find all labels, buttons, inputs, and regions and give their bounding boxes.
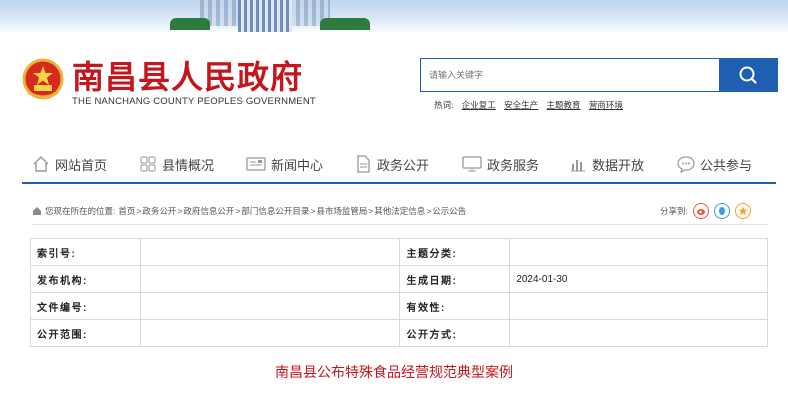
meta-key: 公开方式: [399, 319, 511, 347]
grid-icon [140, 156, 156, 172]
news-icon [246, 157, 266, 171]
nav-item-label: 公共参与 [700, 157, 753, 173]
hot-words-label: 热词: [434, 100, 454, 110]
nav-item-label: 县情概况 [162, 157, 215, 173]
breadcrumb-link[interactable]: 政府信息公开 [183, 205, 234, 217]
nav-item-county-overview[interactable]: 县情概况 [139, 146, 214, 182]
meta-key: 生成日期: [399, 265, 511, 293]
hot-word-link[interactable]: 主题教育 [547, 100, 581, 110]
banner-trees [320, 18, 370, 30]
article-title: 南昌县公布特殊食品经营规范典型案例 [275, 364, 513, 380]
breadcrumb-prefix: 您现在所在的位置: [45, 206, 116, 216]
hot-word-link[interactable]: 营商环境 [589, 100, 623, 110]
table-row: 公开范围: 公开方式: [30, 319, 768, 347]
nav-item-news[interactable]: 新闻中心 [246, 146, 323, 182]
meta-key: 索引号: [30, 238, 141, 266]
weibo-icon[interactable] [692, 203, 709, 219]
meta-key: 发布机构: [30, 265, 141, 293]
nav-item-gov-services[interactable]: 政务服务 [462, 146, 539, 182]
breadcrumb-link[interactable]: 其他法定信息 [374, 205, 425, 217]
breadcrumb-link[interactable]: 县市场监管局 [316, 205, 367, 217]
nav-item-label: 网站首页 [55, 157, 108, 173]
banner-trees [170, 18, 210, 30]
nav-item-label: 政务公开 [377, 157, 430, 173]
bar-chart-icon [571, 160, 585, 172]
meta-value [139, 319, 401, 347]
divider [32, 224, 768, 225]
meta-value [509, 292, 768, 320]
site-subtitle: THE NANCHANG COUNTY PEOPLES GOVERNMENT [72, 96, 316, 107]
search-input[interactable] [421, 59, 719, 91]
table-row: 发布机构: 生成日期: 2024-01-30 [30, 265, 768, 293]
breadcrumb-link[interactable]: 政务公开 [142, 205, 176, 217]
meta-value [139, 238, 401, 266]
header-banner [0, 0, 788, 34]
table-row: 索引号: 主题分类: [30, 238, 768, 266]
meta-value: 2024-01-30 [509, 265, 768, 293]
hot-word-link[interactable]: 安全生产 [504, 100, 538, 110]
nav-item-label: 数据开放 [592, 157, 645, 173]
banner-building-center [238, 0, 292, 32]
share-bar: 分享到: [660, 203, 751, 219]
site-title[interactable]: 南昌县人民政府 [72, 58, 303, 96]
nav-item-gov-affairs[interactable]: 政务公开 [354, 146, 429, 182]
breadcrumb-link[interactable]: 首页 [118, 205, 135, 217]
hot-words: 热词: 企业复工 安全生产 主题教育 营商环境 [434, 99, 629, 111]
search-button[interactable] [719, 59, 777, 91]
meta-value [509, 319, 768, 347]
national-emblem-icon [22, 58, 64, 100]
qzone-icon[interactable] [734, 203, 751, 219]
breadcrumb-link[interactable]: 部门信息公开目录 [241, 205, 309, 217]
hot-word-link[interactable]: 企业复工 [462, 100, 496, 110]
meta-value [139, 292, 401, 320]
breadcrumb-link[interactable]: 公示公告 [432, 205, 466, 217]
meta-key: 主题分类: [399, 238, 511, 266]
meta-value [139, 265, 401, 293]
meta-key: 文件编号: [30, 292, 141, 320]
home-icon [33, 207, 41, 215]
nav-item-home[interactable]: 网站首页 [32, 146, 107, 182]
meta-value [509, 238, 768, 266]
nav-item-label: 新闻中心 [271, 157, 324, 173]
meta-key: 有效性: [399, 292, 511, 320]
table-row: 文件编号: 有效性: [30, 292, 768, 320]
document-icon [357, 155, 370, 173]
nav-item-label: 政务服务 [487, 157, 540, 173]
nav-item-public-participation[interactable]: 公共参与 [677, 146, 752, 182]
breadcrumb: 您现在所在的位置: 首页 > 政务公开 > 政府信息公开 > 部门信息公开目录 > 县市… [32, 205, 466, 217]
search-icon [739, 66, 757, 84]
main-nav: 网站首页 县情概况 新闻中心 政务公开 政务服务 数据开放 公共参与 [22, 146, 776, 184]
search-box [420, 58, 778, 92]
meta-key: 公开范围: [30, 319, 141, 347]
monitor-icon [462, 156, 482, 172]
nav-item-open-data[interactable]: 数据开放 [569, 146, 644, 182]
qq-icon[interactable] [713, 203, 730, 219]
home-icon [33, 156, 49, 172]
chat-icon [677, 156, 695, 173]
document-meta-table: 索引号: 主题分类: 发布机构: 生成日期: 2024-01-30 文件编号: … [30, 238, 768, 347]
share-label: 分享到: [660, 206, 688, 216]
